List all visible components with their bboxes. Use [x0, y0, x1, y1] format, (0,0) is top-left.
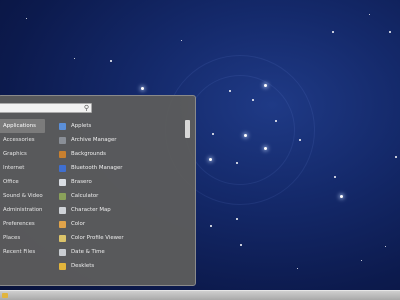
star: [236, 162, 238, 164]
app-label: Archive Manager: [71, 137, 117, 143]
star: [244, 134, 247, 137]
star: [252, 99, 254, 101]
app-item-bluetooth-manager[interactable]: Bluetooth Manager: [59, 161, 179, 175]
app-label: Calculator: [71, 193, 99, 199]
app-list-scrollbar[interactable]: [185, 120, 190, 138]
star: [369, 14, 370, 15]
star: [240, 244, 242, 246]
star: [361, 260, 362, 261]
app-item-backgrounds[interactable]: Backgrounds: [59, 147, 179, 161]
star: [141, 87, 144, 90]
star: [297, 268, 298, 269]
brasero-icon: [59, 178, 66, 186]
app-label: Color Profile Viewer: [71, 235, 124, 241]
app-item-color-profile-viewer[interactable]: Color Profile Viewer: [59, 231, 179, 245]
app-item-calculator[interactable]: Calculator: [59, 189, 179, 203]
star: [209, 158, 212, 161]
star: [210, 225, 212, 227]
star: [385, 246, 386, 247]
app-label: Bluetooth Manager: [71, 165, 123, 171]
category-places[interactable]: Places: [0, 231, 45, 245]
app-item-brasero[interactable]: Brasero: [59, 175, 179, 189]
app-label: Color: [71, 221, 86, 227]
category-preferences[interactable]: Preferences: [0, 217, 45, 231]
star: [334, 176, 336, 178]
category-office[interactable]: Office: [0, 175, 45, 189]
menu-launcher-icon[interactable]: [2, 293, 8, 298]
app-label: Applets: [71, 123, 92, 129]
category-recent-files[interactable]: Recent Files: [0, 245, 45, 259]
wallpaper-swirl: [185, 75, 295, 185]
app-item-character-map[interactable]: Character Map: [59, 203, 179, 217]
app-item-desklets[interactable]: Desklets: [59, 259, 179, 273]
star: [236, 218, 238, 220]
search-input[interactable]: ⚲: [0, 103, 92, 113]
color-profile-viewer-icon: [59, 234, 66, 242]
character-map-icon: [59, 206, 66, 214]
color-icon: [59, 220, 66, 228]
category-sound-video[interactable]: Sound & Video: [0, 189, 45, 203]
star: [332, 31, 334, 33]
star: [229, 90, 231, 92]
archive-manager-icon: [59, 136, 66, 144]
star: [181, 40, 182, 41]
app-label: Character Map: [71, 207, 111, 213]
category-list: Applications Accessories Graphics Intern…: [0, 119, 45, 259]
category-graphics[interactable]: Graphics: [0, 147, 45, 161]
star: [395, 156, 397, 158]
calculator-icon: [59, 192, 66, 200]
app-item-archive-manager[interactable]: Archive Manager: [59, 133, 179, 147]
star: [340, 195, 343, 198]
star: [110, 60, 112, 62]
star: [212, 133, 214, 135]
app-label: Brasero: [71, 179, 92, 185]
category-administration[interactable]: Administration: [0, 203, 45, 217]
search-icon: ⚲: [83, 104, 89, 112]
star: [264, 147, 267, 150]
star: [299, 139, 301, 141]
app-item-applets[interactable]: Applets: [59, 119, 179, 133]
app-item-date-time[interactable]: Date & Time: [59, 245, 179, 259]
taskbar: [0, 290, 400, 300]
app-list: Applets Archive Manager Backgrounds Blue…: [59, 119, 179, 273]
category-accessories[interactable]: Accessories: [0, 133, 45, 147]
backgrounds-icon: [59, 150, 66, 158]
star: [275, 120, 277, 122]
star: [26, 18, 27, 19]
bluetooth-icon: [59, 164, 66, 172]
star: [264, 84, 267, 87]
app-item-color[interactable]: Color: [59, 217, 179, 231]
app-label: Desklets: [71, 263, 95, 269]
star: [389, 31, 391, 33]
applets-icon: [59, 122, 66, 130]
star: [74, 58, 75, 59]
category-internet[interactable]: Internet: [0, 161, 45, 175]
desklets-icon: [59, 262, 66, 270]
category-applications[interactable]: Applications: [0, 119, 45, 133]
app-label: Backgrounds: [71, 151, 106, 157]
application-menu: ⚲ Applications Accessories Graphics Inte…: [0, 95, 196, 286]
app-label: Date & Time: [71, 249, 105, 255]
date-time-icon: [59, 248, 66, 256]
